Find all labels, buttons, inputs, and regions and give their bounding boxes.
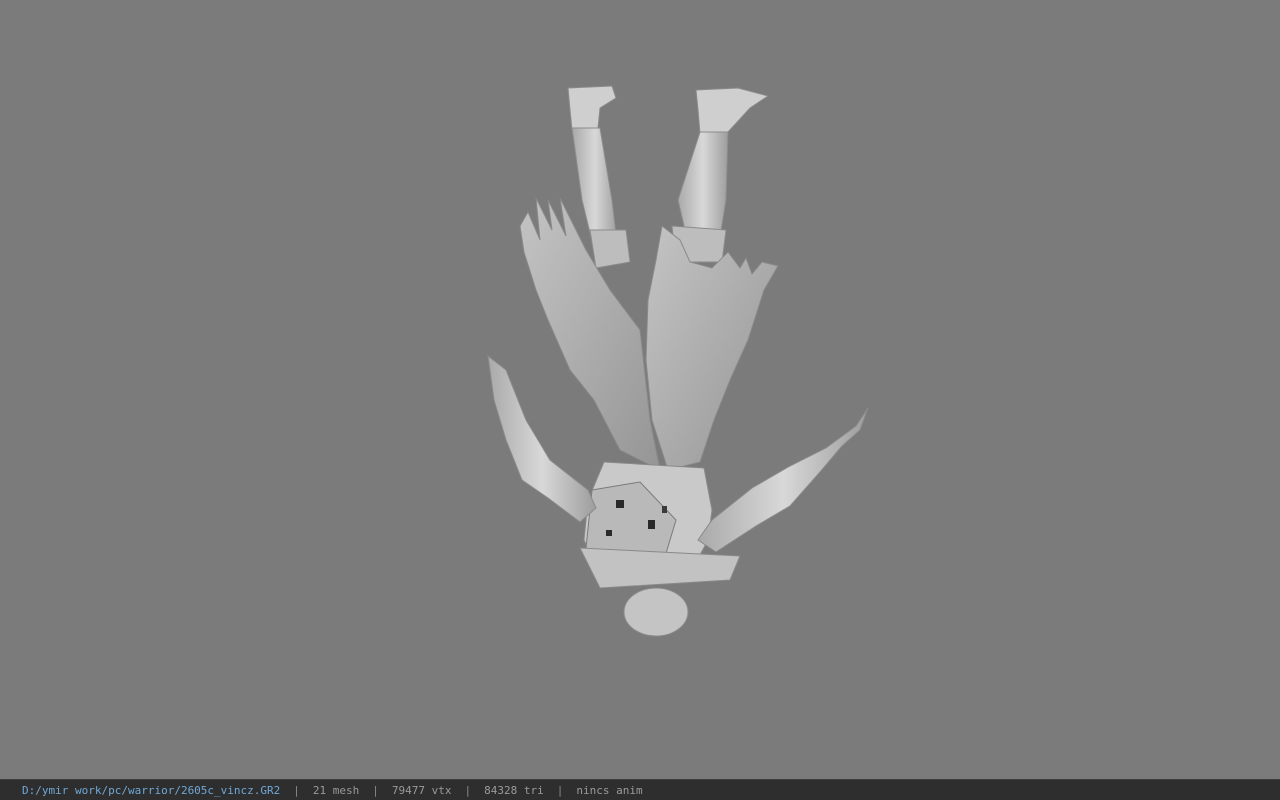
model-boots [567,85,770,135]
status-separator: | [293,783,300,797]
character-model[interactable] [0,0,1280,779]
status-bar: D:/ymir work/pc/warrior/2605c_vincz.GR2 … [0,779,1280,800]
status-separator: | [464,783,472,797]
mesh-count: 21 mesh [312,783,360,797]
animation-status: nincs anim [576,783,643,797]
status-separator: | [372,783,379,797]
model-cape [519,197,779,471]
status-separator: | [556,783,564,797]
model-head [623,587,689,637]
vertex-count: 79477 vtx [391,783,452,797]
3d-viewport[interactable] [0,0,1280,779]
file-path: D:/ymir work/pc/warrior/2605c_vincz.GR2 [22,783,281,797]
model-legs [571,127,729,269]
triangle-count: 84328 tri [484,783,544,797]
